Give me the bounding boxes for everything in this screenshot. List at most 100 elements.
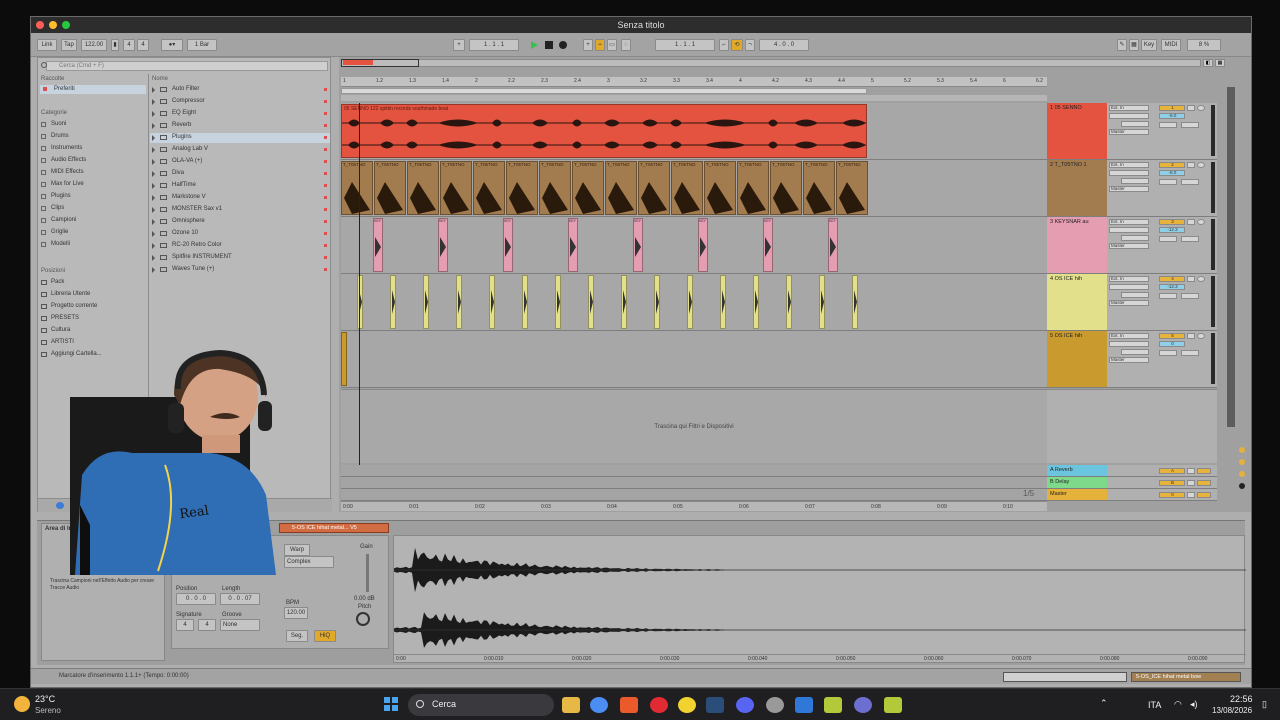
ableton-icon[interactable] xyxy=(824,697,842,713)
mixer-toggle-icon[interactable] xyxy=(1239,471,1245,477)
follow-button[interactable]: + xyxy=(453,39,465,51)
place-item[interactable]: Cultura xyxy=(51,327,70,333)
tray-overflow-icon[interactable]: ⌃ xyxy=(1100,698,1108,709)
audio-clip[interactable]: T_T05TNO xyxy=(770,161,802,215)
back-to-arrangement-button[interactable]: ▭ xyxy=(607,39,617,51)
return-activator[interactable]: A xyxy=(1159,468,1185,474)
expand-icon[interactable] xyxy=(152,255,155,261)
browser-item[interactable]: Auto Filter xyxy=(150,85,330,95)
outlook-icon[interactable] xyxy=(795,697,813,713)
arm-button[interactable] xyxy=(1197,333,1205,339)
audio-clip[interactable]: T_T05TNO xyxy=(407,161,439,215)
track-lane[interactable] xyxy=(341,274,1047,331)
track-name[interactable]: 3 KEYSNAR au xyxy=(1050,219,1089,225)
notification-icon[interactable]: ▯ xyxy=(1262,699,1267,710)
audio-clip[interactable]: KEY xyxy=(828,218,838,272)
sig-den-field[interactable]: 4 xyxy=(137,39,149,51)
category-item[interactable]: Modelli xyxy=(51,241,70,247)
warp-mode-select[interactable]: Complex xyxy=(284,556,334,568)
audio-clip[interactable]: T_T05TNO xyxy=(671,161,703,215)
audio-clip[interactable] xyxy=(753,275,759,329)
gain-slider[interactable] xyxy=(366,554,369,592)
track-name[interactable]: 5 OS ICE hih xyxy=(1050,333,1082,339)
language-indicator[interactable]: ITA xyxy=(1148,700,1161,710)
discord-icon[interactable] xyxy=(736,697,754,713)
audio-clip[interactable] xyxy=(786,275,792,329)
monitor-switch[interactable] xyxy=(1121,292,1149,298)
return-lane[interactable] xyxy=(341,489,1047,501)
browser-item[interactable]: MONSTER Sax v1 xyxy=(150,205,330,215)
settings-gear-icon[interactable] xyxy=(766,697,784,713)
sig-den-detail[interactable]: 4 xyxy=(198,619,216,631)
expand-icon[interactable] xyxy=(152,111,155,117)
send-b-field[interactable] xyxy=(1181,122,1199,128)
audio-clip[interactable]: T_T05TNO xyxy=(473,161,505,215)
arm-button[interactable] xyxy=(1197,276,1205,282)
expand-icon[interactable] xyxy=(152,219,155,225)
expand-icon[interactable] xyxy=(152,171,155,177)
overview-button[interactable]: ◧ xyxy=(1203,59,1213,67)
track-name[interactable]: 2 T_T05TNO 1 xyxy=(1050,162,1087,168)
arm-button[interactable] xyxy=(1197,105,1205,111)
scroll-button[interactable]: ▦ xyxy=(1215,59,1225,67)
volume-field[interactable]: -12.3 xyxy=(1159,227,1185,233)
track-activator[interactable]: 3 xyxy=(1159,219,1185,225)
category-item[interactable]: Griglie xyxy=(51,229,68,235)
monitor-switch[interactable] xyxy=(1121,121,1149,127)
audio-clip[interactable]: KEY xyxy=(633,218,643,272)
pitch-knob[interactable] xyxy=(356,612,370,626)
audio-clip[interactable]: 05 SENNO 122 spittin records southmade b… xyxy=(341,104,867,158)
category-item[interactable]: Clips xyxy=(51,205,64,211)
post-button[interactable] xyxy=(1197,480,1211,486)
input-type-select[interactable]: Ext. In xyxy=(1109,333,1149,339)
audio-clip[interactable]: T_T05TNO xyxy=(605,161,637,215)
monitor-switch[interactable] xyxy=(1121,178,1149,184)
audio-clip[interactable]: T_T05TNO xyxy=(737,161,769,215)
link-button[interactable]: Link xyxy=(37,39,57,51)
sig-num-field[interactable]: 4 xyxy=(123,39,135,51)
track-name[interactable]: 4 OS ICE hih xyxy=(1050,276,1082,282)
return-lane[interactable] xyxy=(341,477,1047,489)
expand-icon[interactable] xyxy=(152,231,155,237)
browser-item[interactable]: Diva xyxy=(150,169,330,179)
browser-item[interactable]: Omnisphere xyxy=(150,217,330,227)
return-activator[interactable]: 0 xyxy=(1159,492,1185,498)
audio-clip[interactable] xyxy=(687,275,693,329)
minimize-window-button[interactable] xyxy=(49,21,57,29)
send-a-field[interactable] xyxy=(1159,293,1177,299)
expand-icon[interactable] xyxy=(152,87,155,93)
volume-field[interactable]: -6.0 xyxy=(1159,113,1185,119)
browser-item[interactable]: EQ Eight xyxy=(150,109,330,119)
post-button[interactable] xyxy=(1197,492,1211,498)
solo-button[interactable] xyxy=(1187,480,1195,486)
output-select[interactable]: Master xyxy=(1109,357,1149,363)
return-header[interactable]: A Reverb xyxy=(1047,465,1107,477)
key-map-button[interactable]: Key xyxy=(1141,39,1157,51)
track-activator[interactable]: 2 xyxy=(1159,162,1185,168)
browser-item[interactable]: OLA-VA (+) xyxy=(150,157,330,167)
audio-clip[interactable]: KEY xyxy=(373,218,383,272)
solo-button[interactable] xyxy=(1187,105,1195,111)
audio-clip[interactable]: T_T05TNO xyxy=(638,161,670,215)
favorites-item[interactable]: Preferiti xyxy=(40,85,146,94)
audio-clip[interactable] xyxy=(621,275,627,329)
audio-clip[interactable] xyxy=(522,275,528,329)
category-item[interactable]: Campioni xyxy=(51,217,76,223)
loop-length-field[interactable]: 4 . 0 . 0 xyxy=(759,39,809,51)
beat-ruler[interactable]: 1 1.2 1.3 1.4 2 2.2 2.3 2.4 3 3.2 3.3 3.4 4 4.2 4.3 4.4… xyxy=(341,77,1047,87)
send-a-field[interactable] xyxy=(1159,236,1177,242)
input-channel-select[interactable] xyxy=(1109,227,1149,233)
input-type-select[interactable]: Ext. In xyxy=(1109,105,1149,111)
expand-icon[interactable] xyxy=(152,123,155,129)
solo-button[interactable] xyxy=(1187,468,1195,474)
length-field[interactable]: 0 . 0 . 07 xyxy=(220,593,260,605)
track-header[interactable]: 1 05 SENNO xyxy=(1047,103,1107,160)
preview-icon[interactable] xyxy=(56,502,64,509)
browser-item[interactable]: Plugins xyxy=(150,133,330,143)
monitor-switch[interactable] xyxy=(1121,235,1149,241)
weather-icon[interactable] xyxy=(14,696,30,712)
punch-in-button[interactable]: ⌐ xyxy=(719,39,729,51)
send-b-field[interactable] xyxy=(1181,179,1199,185)
arm-button[interactable] xyxy=(1197,162,1205,168)
category-item[interactable]: Max for Live xyxy=(51,181,84,187)
